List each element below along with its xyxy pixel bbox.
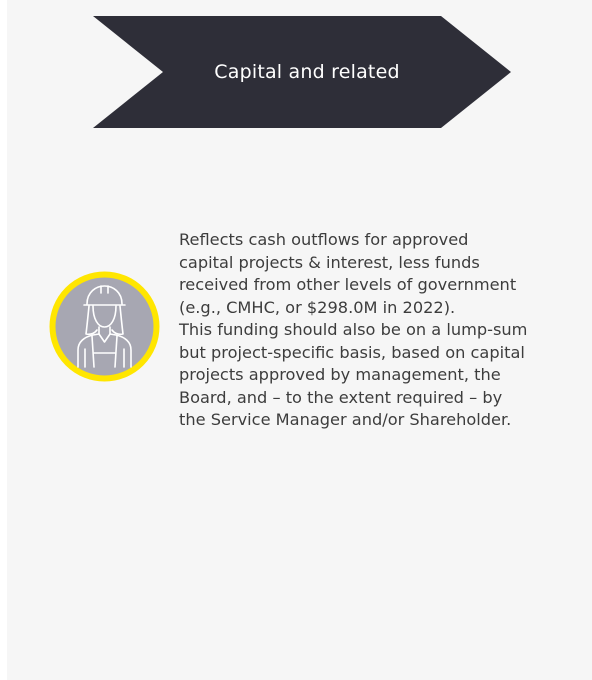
construction-worker-icon bbox=[49, 271, 160, 382]
capital-description-text: Reflects cash outflows for approved capi… bbox=[179, 230, 528, 429]
worker-avatar-icon bbox=[49, 271, 160, 382]
capital-and-related-chevron-header: Capital and related bbox=[93, 16, 511, 128]
chevron-title: Capital and related bbox=[214, 61, 400, 83]
